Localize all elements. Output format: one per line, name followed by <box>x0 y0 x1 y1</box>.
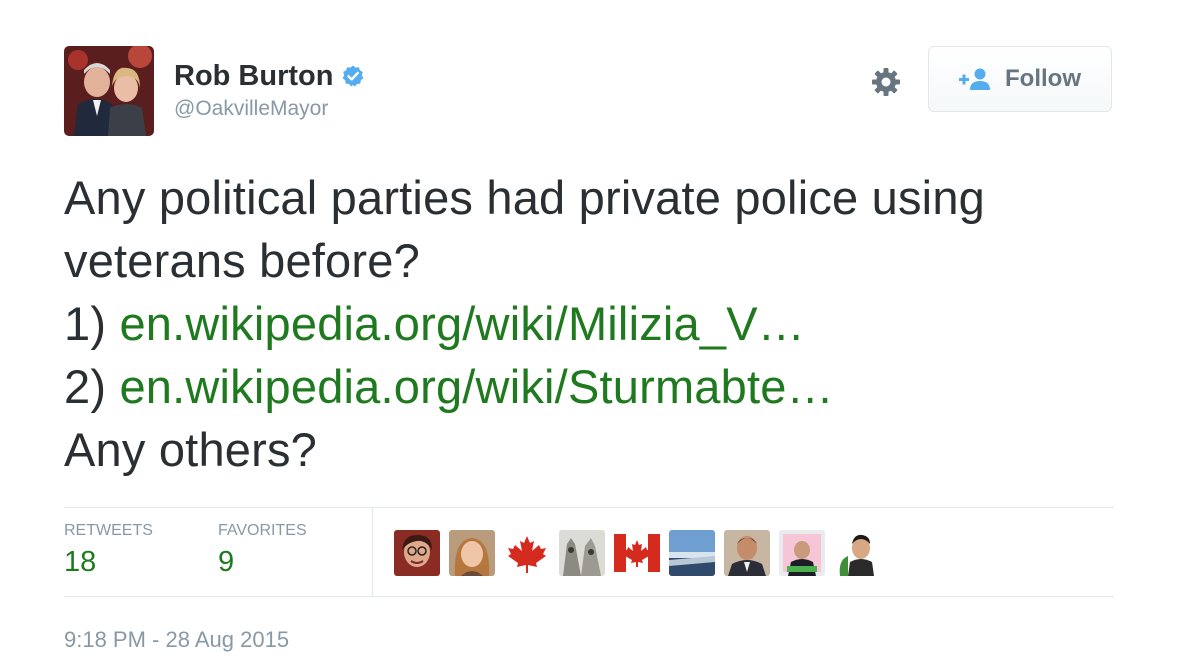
favorites-count[interactable]: 9 <box>218 546 307 579</box>
author-handle[interactable]: @OakvilleMayor <box>174 94 365 124</box>
list-number: 2) <box>64 360 120 413</box>
favoriter-avatar-owls[interactable] <box>559 530 605 576</box>
retweets-label: RETWEETS <box>64 522 153 539</box>
verified-badge-icon <box>343 65 364 87</box>
favoriter-avatar-2[interactable] <box>449 530 495 576</box>
favoriter-avatar-4[interactable] <box>779 530 825 576</box>
favoriter-avatar-3[interactable] <box>724 530 770 576</box>
tweet-line: Any political parties had private police… <box>64 171 985 224</box>
favoriter-avatar-landscape[interactable] <box>669 530 715 576</box>
tweet-stats: RETWEETS 18 FAVORITES 9 <box>64 507 1114 597</box>
retweets-count[interactable]: 18 <box>64 546 153 579</box>
author-fullname[interactable]: Rob Burton <box>174 58 333 94</box>
favoriter-avatar-canada-flag[interactable] <box>614 530 660 576</box>
follow-button-label: Follow <box>1005 65 1081 92</box>
author-names: Rob Burton @OakvilleMayor <box>174 58 365 124</box>
favoriter-avatar-5[interactable] <box>834 530 880 576</box>
list-number: 1) <box>64 297 120 350</box>
tweet-text: Any political parties had private police… <box>64 166 1114 481</box>
tweet-line: veterans before? <box>64 234 420 287</box>
favorites-label: FAVORITES <box>218 522 307 539</box>
retweets-stat[interactable]: RETWEETS 18 <box>64 522 153 579</box>
tweet-timestamp[interactable]: 9:18 PM - 28 Aug 2015 <box>64 627 1114 653</box>
gear-icon <box>872 68 900 96</box>
wiki-link-sturmabteilung[interactable]: en.wikipedia.org/wiki/Sturmabte… <box>119 360 833 413</box>
add-user-icon <box>959 68 990 90</box>
favorites-stat[interactable]: FAVORITES 9 <box>218 522 307 579</box>
settings-gear-button[interactable] <box>868 64 904 100</box>
author-fullname-row[interactable]: Rob Burton <box>174 58 365 94</box>
author-avatar[interactable] <box>64 46 154 136</box>
follow-button[interactable]: Follow <box>928 46 1112 112</box>
tweet-card: Rob Burton @OakvilleMayor Follow Any pol… <box>64 44 1114 653</box>
tweet-list-item: 1) en.wikipedia.org/wiki/Milizia_V… <box>64 292 1114 355</box>
wiki-link-milizia[interactable]: en.wikipedia.org/wiki/Milizia_V… <box>119 297 805 350</box>
tweet-line: Any others? <box>64 423 318 476</box>
tweet-list-item: 2) en.wikipedia.org/wiki/Sturmabte… <box>64 355 1114 418</box>
stats-divider <box>372 508 373 596</box>
favorited-by-avatars <box>394 530 880 576</box>
favoriter-avatar-1[interactable] <box>394 530 440 576</box>
favoriter-avatar-maple-leaf[interactable] <box>504 530 550 576</box>
tweet-header: Rob Burton @OakvilleMayor Follow <box>64 44 1114 140</box>
